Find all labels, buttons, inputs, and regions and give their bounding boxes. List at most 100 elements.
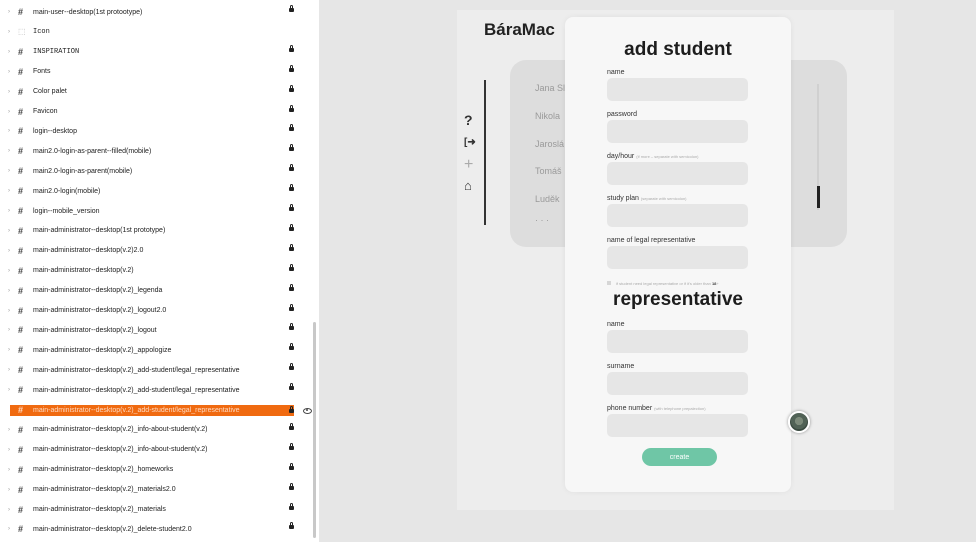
chevron-right-icon[interactable]: › bbox=[8, 288, 10, 294]
layer-row[interactable]: › # login--mobile_version bbox=[0, 201, 310, 221]
lock-icon[interactable] bbox=[289, 64, 294, 72]
lock-icon[interactable] bbox=[289, 243, 294, 251]
help-icon[interactable]: ? bbox=[464, 112, 473, 128]
lock-icon[interactable] bbox=[289, 5, 294, 12]
lock-icon[interactable] bbox=[289, 263, 294, 271]
chevron-right-icon[interactable]: › bbox=[8, 526, 10, 532]
lock-icon[interactable] bbox=[289, 164, 294, 172]
layer-row[interactable]: › # Fonts bbox=[0, 62, 310, 82]
layer-row[interactable]: › # main-administrator--desktop(v.2)2.0 bbox=[0, 241, 310, 261]
avatar[interactable] bbox=[788, 411, 810, 433]
layer-row[interactable]: › # main-user--desktop(1st protootype) bbox=[0, 2, 310, 22]
chevron-right-icon[interactable]: › bbox=[8, 308, 10, 314]
student-name[interactable]: Nikola bbox=[535, 111, 560, 121]
layer-row[interactable]: › # main-administrator--desktop(v.2)_add-s… bbox=[0, 360, 310, 380]
layer-row[interactable]: › # main-administrator--desktop(v.2)_mater… bbox=[0, 480, 310, 500]
chevron-right-icon[interactable]: › bbox=[8, 228, 10, 234]
lock-icon[interactable] bbox=[289, 462, 294, 470]
study-plan-input[interactable] bbox=[607, 204, 748, 227]
student-name[interactable]: Tomáš bbox=[535, 166, 562, 176]
rep-surname-input[interactable] bbox=[607, 372, 748, 395]
chevron-right-icon[interactable]: › bbox=[8, 268, 10, 274]
lock-icon[interactable] bbox=[289, 184, 294, 192]
lock-icon[interactable] bbox=[289, 223, 294, 231]
lock-icon[interactable] bbox=[289, 124, 294, 132]
chevron-right-icon[interactable]: › bbox=[8, 208, 10, 214]
chevron-right-icon[interactable]: › bbox=[8, 49, 10, 55]
lock-icon[interactable] bbox=[289, 104, 294, 112]
layer-row[interactable]: › # Favicon bbox=[0, 102, 310, 122]
layer-row[interactable]: › # login--desktop bbox=[0, 121, 310, 141]
lock-icon[interactable] bbox=[289, 44, 294, 52]
layer-row[interactable]: › # main2.0-login(mobile) bbox=[0, 181, 310, 201]
student-name[interactable]: Luděk bbox=[535, 194, 560, 204]
layer-row[interactable]: › # main-administrator--desktop(v.2)_homew… bbox=[0, 460, 310, 480]
layer-row[interactable]: › # Color palet bbox=[0, 82, 310, 102]
rep-name-input[interactable] bbox=[607, 330, 748, 353]
chevron-right-icon[interactable]: › bbox=[8, 467, 10, 473]
chevron-right-icon[interactable]: › bbox=[8, 188, 10, 194]
rep-phone-input[interactable] bbox=[607, 414, 748, 437]
lock-icon[interactable] bbox=[289, 442, 294, 450]
layer-row[interactable]: › # main-administrator--desktop(v.2)_info-… bbox=[0, 440, 310, 460]
layer-row[interactable]: › # main-administrator--desktop(v.2)_info-… bbox=[0, 420, 310, 440]
lock-icon[interactable] bbox=[289, 363, 294, 371]
design-canvas[interactable]: BáraMac ? [➜ + ⌂ Jana Sl Nikola Jaroslá … bbox=[319, 0, 976, 542]
legal-rep-checkbox-row[interactable]: if student need legal representative or … bbox=[607, 279, 719, 287]
chevron-right-icon[interactable]: › bbox=[8, 387, 10, 393]
chevron-right-icon[interactable]: › bbox=[8, 367, 10, 373]
lock-icon[interactable] bbox=[289, 343, 294, 351]
add-icon[interactable]: + bbox=[464, 156, 473, 174]
eye-icon[interactable] bbox=[303, 407, 312, 414]
list-scroll-thumb[interactable] bbox=[817, 186, 820, 208]
lock-icon[interactable] bbox=[289, 405, 294, 413]
legal-rep-input[interactable] bbox=[607, 246, 748, 269]
layer-row[interactable]: › # main-administrator--desktop(v.2)_logou… bbox=[0, 301, 310, 321]
chevron-right-icon[interactable]: › bbox=[8, 148, 10, 154]
chevron-right-icon[interactable]: › bbox=[8, 69, 10, 75]
chevron-right-icon[interactable]: › bbox=[8, 427, 10, 433]
layer-row[interactable]: › # main-administrator--desktop(v.2) bbox=[0, 261, 310, 281]
create-button[interactable]: create bbox=[642, 448, 717, 466]
lock-icon[interactable] bbox=[289, 84, 294, 92]
layer-row[interactable]: › # main2.0-login-as-parent--filled(mobile… bbox=[0, 141, 310, 161]
layer-row[interactable]: › # main-administrator--desktop(v.2)_legen… bbox=[0, 281, 310, 301]
chevron-right-icon[interactable]: › bbox=[8, 89, 10, 95]
layer-row[interactable]: › ⬚ Icon bbox=[0, 22, 310, 42]
dayhour-input[interactable] bbox=[607, 162, 748, 185]
lock-icon[interactable] bbox=[289, 303, 294, 311]
chevron-right-icon[interactable]: › bbox=[8, 447, 10, 453]
layer-row[interactable]: › # main-administrator--desktop(1st protot… bbox=[0, 221, 310, 241]
layer-row[interactable]: › # INSPIRATION bbox=[0, 42, 310, 62]
student-name[interactable]: Jaroslá bbox=[535, 139, 564, 149]
layer-row[interactable]: › # main2.0-login-as-parent(mobile) bbox=[0, 161, 310, 181]
chevron-right-icon[interactable]: › bbox=[8, 507, 10, 513]
lock-icon[interactable] bbox=[289, 482, 294, 490]
layer-row[interactable]: › # main-administrator--desktop(v.2)_mater… bbox=[0, 500, 310, 520]
lock-icon[interactable] bbox=[289, 204, 294, 211]
lock-icon[interactable] bbox=[289, 283, 294, 291]
student-name[interactable]: Jana Sl bbox=[535, 83, 565, 93]
lock-icon[interactable] bbox=[289, 422, 294, 430]
lock-icon[interactable] bbox=[289, 522, 294, 530]
lock-icon[interactable] bbox=[289, 144, 294, 152]
lock-icon[interactable] bbox=[289, 502, 294, 510]
chevron-right-icon[interactable]: › bbox=[8, 487, 10, 493]
layer-row[interactable]: › # main-administrator--desktop(v.2)_appol… bbox=[0, 340, 310, 360]
layer-row[interactable]: # main-administrator--desktop(v.2)_add-st… bbox=[10, 404, 294, 416]
password-input[interactable] bbox=[607, 120, 748, 143]
name-input[interactable] bbox=[607, 78, 748, 101]
chevron-right-icon[interactable]: › bbox=[8, 29, 10, 35]
inbox-icon[interactable]: ⌂ bbox=[464, 178, 472, 193]
chevron-right-icon[interactable]: › bbox=[8, 109, 10, 115]
legal-rep-checkbox[interactable] bbox=[607, 281, 611, 285]
chevron-right-icon[interactable]: › bbox=[8, 128, 10, 134]
chevron-right-icon[interactable]: › bbox=[8, 248, 10, 254]
layer-row[interactable]: › # main-administrator--desktop(v.2)_add-s… bbox=[0, 380, 310, 400]
chevron-right-icon[interactable]: › bbox=[8, 168, 10, 174]
chevron-right-icon[interactable]: › bbox=[8, 347, 10, 353]
chevron-right-icon[interactable]: › bbox=[8, 9, 10, 15]
lock-icon[interactable] bbox=[289, 323, 294, 331]
lock-icon[interactable] bbox=[289, 383, 294, 391]
chevron-right-icon[interactable]: › bbox=[8, 327, 10, 333]
